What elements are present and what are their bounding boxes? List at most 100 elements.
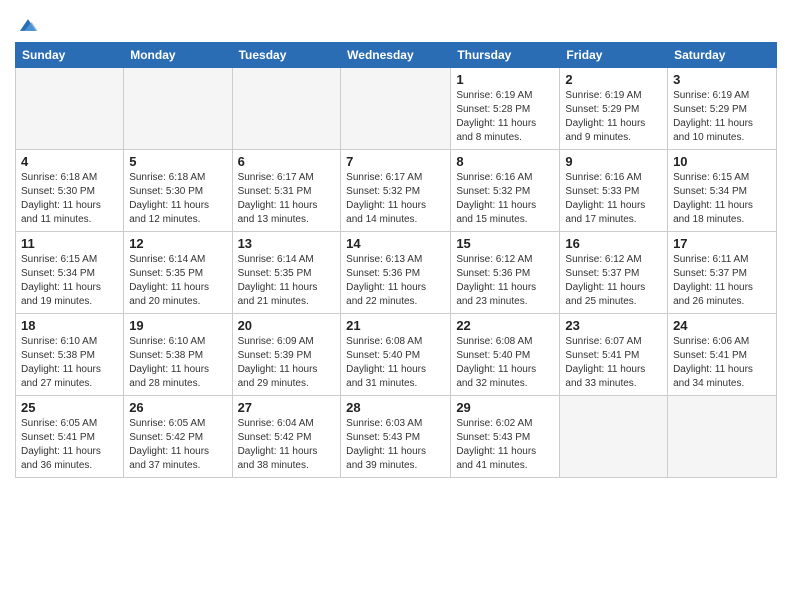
calendar-cell: 21Sunrise: 6:08 AM Sunset: 5:40 PM Dayli… (341, 314, 451, 396)
calendar-cell: 9Sunrise: 6:16 AM Sunset: 5:33 PM Daylig… (560, 150, 668, 232)
day-number: 1 (456, 72, 554, 87)
calendar-cell: 8 Sunrise: 6:16 AM Sunset: 5:32 PM Daylig… (451, 150, 560, 232)
day-info: Sunrise: 6:07 AM Sunset: 5:41 PM Dayligh… (565, 335, 662, 391)
day-number: 18 (21, 318, 118, 333)
day-info: Sunrise: 6:15 AM Sunset: 5:34 PM Dayligh… (21, 253, 118, 309)
calendar-cell: 29 Sunrise: 6:02 AM Sunset: 5:43 PM Dayli… (451, 396, 560, 478)
calendar-cell: 20 Sunrise: 6:09 AM Sunset: 5:39 PM Dayli… (232, 314, 341, 396)
day-number: 7 (346, 154, 445, 169)
day-header-monday: Monday (124, 43, 232, 68)
calendar-cell: 24 Sunrise: 6:06 AM Sunset: 5:41 PM Dayli… (668, 314, 777, 396)
calendar-cell (16, 68, 124, 150)
day-header-sunday: Sunday (16, 43, 124, 68)
day-info: Sunrise: 6:05 AM Sunset: 5:41 PM Dayligh… (21, 417, 118, 473)
day-header-tuesday: Tuesday (232, 43, 341, 68)
calendar-cell: 14 Sunrise: 6:13 AM Sunset: 5:36 PM Dayli… (341, 232, 451, 314)
week-row-0: 1 Sunrise: 6:19 AM Sunset: 5:28 PM Daylig… (16, 68, 777, 150)
day-info: Sunrise: 6:12 AM Sunset: 5:37 PM Dayligh… (565, 253, 662, 309)
day-info: Sunrise: 6:14 AM Sunset: 5:35 PM Dayligh… (129, 253, 226, 309)
calendar-cell: 17 Sunrise: 6:11 AM Sunset: 5:37 PM Dayli… (668, 232, 777, 314)
day-info: Sunrise: 6:16 AM Sunset: 5:32 PM Dayligh… (456, 171, 554, 227)
day-info: Sunrise: 6:19 AM Sunset: 5:29 PM Dayligh… (565, 89, 662, 145)
calendar-cell (560, 396, 668, 478)
day-header-wednesday: Wednesday (341, 43, 451, 68)
day-number: 27 (238, 400, 336, 415)
day-number: 20 (238, 318, 336, 333)
day-number: 22 (456, 318, 554, 333)
day-info: Sunrise: 6:17 AM Sunset: 5:32 PM Dayligh… (346, 171, 445, 227)
day-number: 8 (456, 154, 554, 169)
day-info: Sunrise: 6:10 AM Sunset: 5:38 PM Dayligh… (21, 335, 118, 391)
day-number: 26 (129, 400, 226, 415)
week-row-4: 25 Sunrise: 6:05 AM Sunset: 5:41 PM Dayli… (16, 396, 777, 478)
day-number: 5 (129, 154, 226, 169)
day-info: Sunrise: 6:03 AM Sunset: 5:43 PM Dayligh… (346, 417, 445, 473)
calendar-cell (232, 68, 341, 150)
calendar-cell (124, 68, 232, 150)
calendar-cell: 15 Sunrise: 6:12 AM Sunset: 5:36 PM Dayli… (451, 232, 560, 314)
calendar-cell: 6 Sunrise: 6:17 AM Sunset: 5:31 PM Daylig… (232, 150, 341, 232)
day-number: 28 (346, 400, 445, 415)
calendar-cell: 26 Sunrise: 6:05 AM Sunset: 5:42 PM Dayli… (124, 396, 232, 478)
day-number: 10 (673, 154, 771, 169)
day-info: Sunrise: 6:11 AM Sunset: 5:37 PM Dayligh… (673, 253, 771, 309)
day-info: Sunrise: 6:15 AM Sunset: 5:34 PM Dayligh… (673, 171, 771, 227)
day-info: Sunrise: 6:02 AM Sunset: 5:43 PM Dayligh… (456, 417, 554, 473)
calendar-cell: 22 Sunrise: 6:08 AM Sunset: 5:40 PM Dayli… (451, 314, 560, 396)
day-number: 17 (673, 236, 771, 251)
header (15, 10, 777, 36)
logo (15, 14, 39, 36)
calendar-body: 1 Sunrise: 6:19 AM Sunset: 5:28 PM Daylig… (16, 68, 777, 478)
calendar-cell: 18 Sunrise: 6:10 AM Sunset: 5:38 PM Dayli… (16, 314, 124, 396)
day-info: Sunrise: 6:10 AM Sunset: 5:38 PM Dayligh… (129, 335, 226, 391)
day-info: Sunrise: 6:06 AM Sunset: 5:41 PM Dayligh… (673, 335, 771, 391)
day-number: 11 (21, 236, 118, 251)
day-number: 6 (238, 154, 336, 169)
days-of-week-row: SundayMondayTuesdayWednesdayThursdayFrid… (16, 43, 777, 68)
logo-icon (17, 14, 39, 36)
calendar-cell: 23Sunrise: 6:07 AM Sunset: 5:41 PM Dayli… (560, 314, 668, 396)
calendar-cell: 2 Sunrise: 6:19 AM Sunset: 5:29 PM Daylig… (560, 68, 668, 150)
day-info: Sunrise: 6:17 AM Sunset: 5:31 PM Dayligh… (238, 171, 336, 227)
day-info: Sunrise: 6:19 AM Sunset: 5:29 PM Dayligh… (673, 89, 771, 145)
day-info: Sunrise: 6:05 AM Sunset: 5:42 PM Dayligh… (129, 417, 226, 473)
calendar-cell: 7 Sunrise: 6:17 AM Sunset: 5:32 PM Daylig… (341, 150, 451, 232)
week-row-3: 18 Sunrise: 6:10 AM Sunset: 5:38 PM Dayli… (16, 314, 777, 396)
day-info: Sunrise: 6:09 AM Sunset: 5:39 PM Dayligh… (238, 335, 336, 391)
day-number: 25 (21, 400, 118, 415)
day-number: 2 (565, 72, 662, 87)
calendar-cell: 4 Sunrise: 6:18 AM Sunset: 5:30 PM Daylig… (16, 150, 124, 232)
day-header-saturday: Saturday (668, 43, 777, 68)
day-info: Sunrise: 6:04 AM Sunset: 5:42 PM Dayligh… (238, 417, 336, 473)
calendar-cell: 1 Sunrise: 6:19 AM Sunset: 5:28 PM Daylig… (451, 68, 560, 150)
calendar-cell (341, 68, 451, 150)
day-number: 14 (346, 236, 445, 251)
calendar-cell: 25 Sunrise: 6:05 AM Sunset: 5:41 PM Dayli… (16, 396, 124, 478)
day-header-friday: Friday (560, 43, 668, 68)
day-info: Sunrise: 6:12 AM Sunset: 5:36 PM Dayligh… (456, 253, 554, 309)
day-number: 24 (673, 318, 771, 333)
day-info: Sunrise: 6:18 AM Sunset: 5:30 PM Dayligh… (129, 171, 226, 227)
calendar-cell: 27 Sunrise: 6:04 AM Sunset: 5:42 PM Dayli… (232, 396, 341, 478)
week-row-2: 11 Sunrise: 6:15 AM Sunset: 5:34 PM Dayli… (16, 232, 777, 314)
day-info: Sunrise: 6:08 AM Sunset: 5:40 PM Dayligh… (456, 335, 554, 391)
calendar-cell: 5 Sunrise: 6:18 AM Sunset: 5:30 PM Daylig… (124, 150, 232, 232)
day-number: 29 (456, 400, 554, 415)
calendar-cell (668, 396, 777, 478)
week-row-1: 4 Sunrise: 6:18 AM Sunset: 5:30 PM Daylig… (16, 150, 777, 232)
day-info: Sunrise: 6:08 AM Sunset: 5:40 PM Dayligh… (346, 335, 445, 391)
day-info: Sunrise: 6:13 AM Sunset: 5:36 PM Dayligh… (346, 253, 445, 309)
day-number: 4 (21, 154, 118, 169)
calendar-cell: 28 Sunrise: 6:03 AM Sunset: 5:43 PM Dayli… (341, 396, 451, 478)
calendar-cell: 13Sunrise: 6:14 AM Sunset: 5:35 PM Dayli… (232, 232, 341, 314)
day-info: Sunrise: 6:19 AM Sunset: 5:28 PM Dayligh… (456, 89, 554, 145)
day-info: Sunrise: 6:14 AM Sunset: 5:35 PM Dayligh… (238, 253, 336, 309)
calendar-table: SundayMondayTuesdayWednesdayThursdayFrid… (15, 42, 777, 478)
calendar-cell: 12 Sunrise: 6:14 AM Sunset: 5:35 PM Dayli… (124, 232, 232, 314)
calendar-cell: 19Sunrise: 6:10 AM Sunset: 5:38 PM Dayli… (124, 314, 232, 396)
page: SundayMondayTuesdayWednesdayThursdayFrid… (0, 0, 792, 612)
day-info: Sunrise: 6:18 AM Sunset: 5:30 PM Dayligh… (21, 171, 118, 227)
day-number: 16 (565, 236, 662, 251)
day-number: 12 (129, 236, 226, 251)
day-number: 15 (456, 236, 554, 251)
